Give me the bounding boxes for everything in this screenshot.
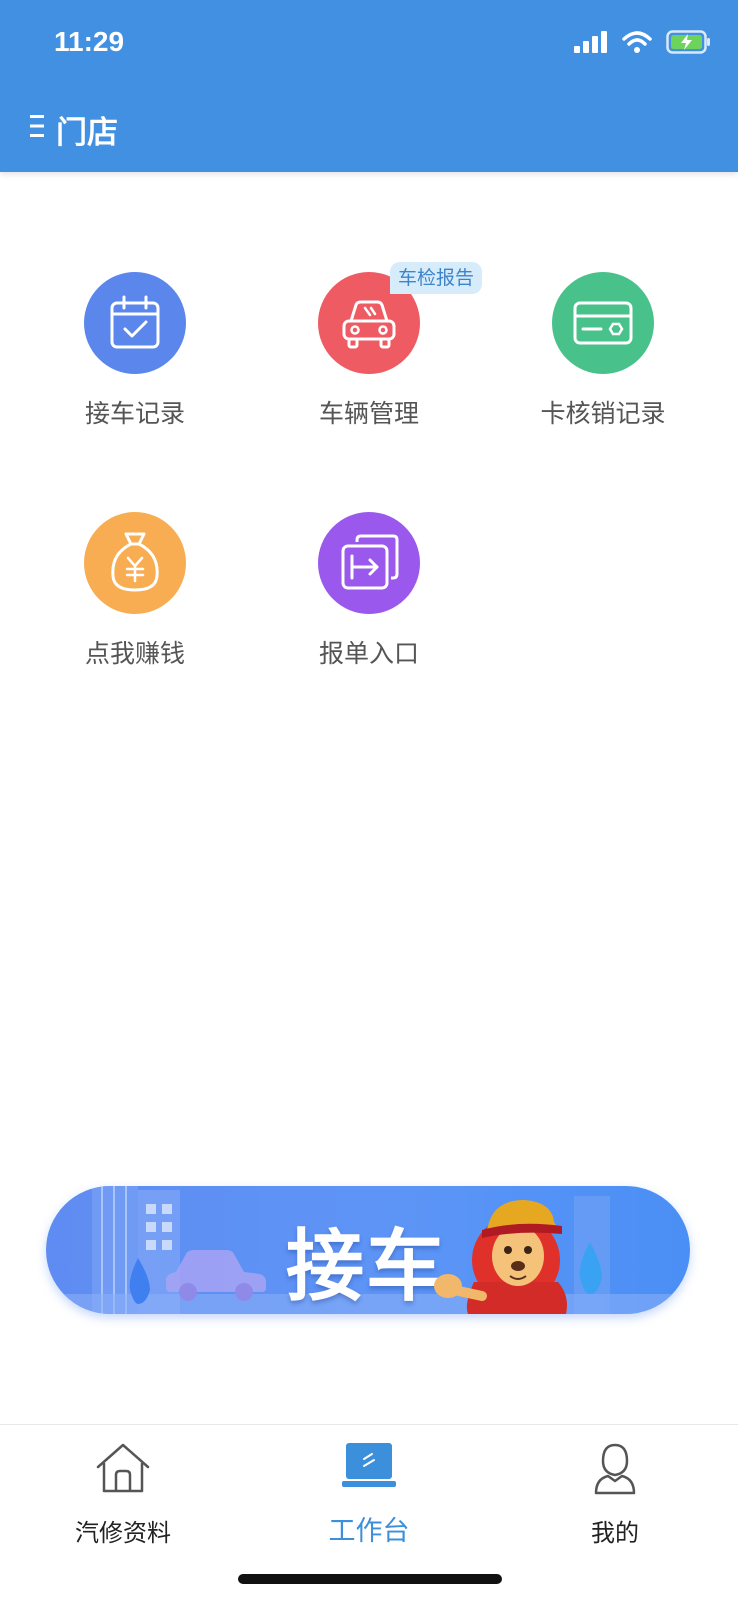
entry-icon	[318, 512, 420, 614]
grid-item-label: 卡核销记录	[540, 399, 666, 428]
grid-item-vehicle-management[interactable]: 车辆管理	[254, 272, 484, 452]
battery-icon	[666, 30, 710, 54]
lion-mascot-icon	[434, 1200, 567, 1314]
wifi-icon	[622, 31, 652, 53]
grid-item-pickup-records[interactable]: 接车记录	[20, 272, 250, 452]
money-bag-icon	[84, 512, 186, 614]
workbench-icon	[246, 1441, 492, 1501]
card-icon	[552, 272, 654, 374]
grid-item-label: 报单入口	[318, 639, 419, 668]
person-icon	[492, 1441, 738, 1501]
grid-item-earn-money[interactable]: 点我赚钱	[20, 512, 250, 692]
status-icons	[574, 30, 712, 54]
grid-item-label: 点我赚钱	[84, 639, 185, 668]
tab-mine[interactable]: 我的	[492, 1425, 738, 1575]
grid-item-card-redemption[interactable]: 卡核销记录	[488, 272, 718, 452]
menu-icon[interactable]	[28, 112, 48, 140]
header: 11:29 门店	[0, 0, 738, 172]
signal-icon	[574, 31, 607, 53]
tab-label: 工作台	[328, 1516, 410, 1547]
tab-label: 汽修资料	[75, 1519, 171, 1547]
home-icon	[0, 1441, 246, 1501]
tab-workbench[interactable]: 工作台	[246, 1425, 492, 1575]
home-indicator[interactable]	[238, 1574, 502, 1584]
status-time: 11:29	[54, 26, 125, 57]
grid-item-order-entry[interactable]: 报单入口	[254, 512, 484, 692]
banner-title: 接车	[286, 1222, 447, 1312]
pickup-banner[interactable]: 接车	[46, 1186, 690, 1314]
grid-item-label: 接车记录	[84, 399, 185, 428]
calendar-check-icon	[84, 272, 186, 374]
grid-item-label: 车辆管理	[318, 399, 419, 428]
tab-label: 我的	[591, 1519, 639, 1547]
tab-repair-info[interactable]: 汽修资料	[0, 1425, 246, 1575]
inspection-report-badge[interactable]: 车检报告	[390, 262, 483, 294]
page-title: 门店	[56, 115, 118, 151]
